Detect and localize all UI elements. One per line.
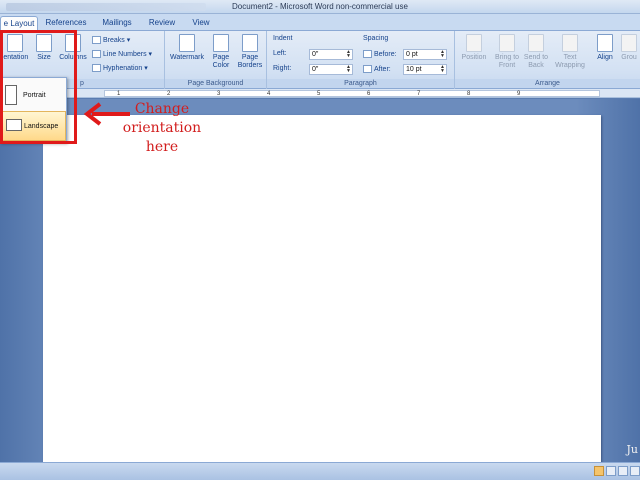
- watermark-icon: [179, 34, 195, 52]
- send-to-back-line2: Back: [528, 62, 544, 69]
- position-icon: [466, 34, 482, 52]
- breaks-label: Breaks: [103, 37, 125, 44]
- ruler-number: 7: [417, 91, 421, 97]
- indent-left-label: Left:: [273, 50, 287, 57]
- annotation-highlight-box: [0, 30, 77, 144]
- document-page[interactable]: [43, 115, 601, 465]
- indent-right-label: Right:: [273, 65, 292, 72]
- page-background-group: Watermark Page Color Page Borders Page B…: [165, 31, 267, 89]
- page-color-line2: Color: [212, 62, 230, 69]
- indent-right-field[interactable]: 0" ▲ ▼: [309, 64, 353, 75]
- status-bar: [0, 462, 640, 480]
- watermark-button[interactable]: Watermark: [167, 34, 207, 62]
- bring-to-front-line2: Front: [498, 62, 516, 69]
- page-borders-line2: Borders: [237, 62, 263, 69]
- ribbon: ientation Size Columns Breaks ▾ Line Num…: [0, 31, 640, 89]
- align-button[interactable]: Align: [593, 34, 617, 62]
- paragraph-group-label: Paragraph: [267, 79, 454, 88]
- page-borders-icon: [242, 34, 258, 52]
- group-icon: [621, 34, 637, 52]
- ruler-number: 6: [367, 91, 371, 97]
- arrange-group-label: Arrange: [455, 79, 640, 88]
- page-color-button[interactable]: Page Color: [207, 34, 235, 70]
- spacing-after-label: After:: [363, 65, 391, 73]
- page-color-icon: [213, 34, 229, 52]
- text-wrapping-button[interactable]: Text Wrapping: [551, 34, 589, 70]
- spin-arrows-icon[interactable]: ▲ ▼: [440, 50, 445, 59]
- paragraph-group: Indent Left: 0" ▲ ▼ Right: 0" ▲ ▼ Spacing Be…: [267, 31, 455, 89]
- ruler-scale[interactable]: 1 2 3 4 5 6 7 8 9: [104, 90, 600, 97]
- page-borders-button[interactable]: Page Borders: [235, 34, 265, 70]
- ruler-number: 3: [217, 91, 221, 97]
- text-wrapping-line2: Wrapping: [555, 62, 585, 69]
- tab-references[interactable]: References: [42, 16, 90, 31]
- ruler-number: 5: [317, 91, 321, 97]
- watermark-text: Ju: [626, 443, 639, 456]
- arrange-group: Position Bring to Front Send to Back Tex…: [455, 31, 640, 89]
- spin-arrows-icon[interactable]: ▲ ▼: [440, 65, 445, 74]
- line-numbers-label: Line Numbers: [103, 51, 147, 58]
- text-wrapping-line1: Text: [563, 54, 577, 61]
- spacing-after-field[interactable]: 10 pt ▲ ▼: [403, 64, 447, 75]
- spacing-after-icon: [363, 65, 372, 73]
- ruler-number: 9: [517, 91, 521, 97]
- text-wrapping-icon: [562, 34, 578, 52]
- position-button[interactable]: Position: [457, 34, 491, 62]
- spacing-title: Spacing: [363, 35, 389, 42]
- line-numbers-icon: [92, 50, 101, 59]
- tab-view[interactable]: View: [186, 16, 216, 31]
- indent-left-field[interactable]: 0" ▲ ▼: [309, 49, 353, 60]
- tab-page-layout[interactable]: e Layout: [0, 16, 38, 31]
- ruler-number: 4: [267, 91, 271, 97]
- horizontal-ruler[interactable]: 1 2 3 4 5 6 7 8 9: [0, 89, 640, 98]
- ruler-number: 2: [167, 91, 171, 97]
- align-icon: [597, 34, 613, 52]
- send-to-back-line1: Send to: [523, 54, 549, 61]
- spin-arrows-icon[interactable]: ▲ ▼: [346, 65, 351, 74]
- position-label: Position: [461, 54, 487, 61]
- hyphenation-icon: [92, 64, 101, 73]
- bring-to-front-line1: Bring to: [494, 54, 520, 61]
- hyphenation-label: Hyphenation: [103, 65, 143, 72]
- group-button[interactable]: Grou: [618, 34, 640, 62]
- spin-arrows-icon[interactable]: ▲ ▼: [346, 50, 351, 59]
- page-color-line1: Page: [212, 54, 230, 61]
- web-layout-view-icon[interactable]: [618, 466, 628, 476]
- page-background-group-label: Page Background: [165, 79, 266, 88]
- align-label: Align: [597, 54, 613, 61]
- group-label: Grou: [621, 54, 637, 61]
- page-borders-line1: Page: [241, 54, 259, 61]
- ruler-number: 1: [117, 91, 121, 97]
- bring-to-front-icon: [499, 34, 515, 52]
- outline-view-icon[interactable]: [630, 466, 640, 476]
- print-layout-view-icon[interactable]: [594, 466, 604, 476]
- spacing-before-label: Before:: [363, 50, 397, 58]
- tab-mailings[interactable]: Mailings: [96, 16, 138, 31]
- line-numbers-button[interactable]: Line Numbers ▾: [92, 50, 152, 59]
- title-bar: Document2 - Microsoft Word non-commercia…: [0, 0, 640, 14]
- annotation-text: Change orientation here: [122, 101, 202, 155]
- send-to-back-button[interactable]: Send to Back: [521, 34, 551, 70]
- ruler-number: 8: [467, 91, 471, 97]
- breaks-icon: [92, 36, 101, 45]
- spacing-before-icon: [363, 50, 372, 58]
- bring-to-front-button[interactable]: Bring to Front: [491, 34, 523, 70]
- ribbon-tabs: e Layout References Mailings Review View: [0, 14, 640, 31]
- full-screen-view-icon[interactable]: [606, 466, 616, 476]
- send-to-back-icon: [528, 34, 544, 52]
- watermark-label: Watermark: [170, 54, 204, 61]
- window-title: Document2 - Microsoft Word non-commercia…: [232, 2, 408, 11]
- spacing-before-field[interactable]: 0 pt ▲ ▼: [403, 49, 447, 60]
- tab-review[interactable]: Review: [144, 16, 180, 31]
- hyphenation-button[interactable]: Hyphenation ▾: [92, 64, 148, 73]
- breaks-button[interactable]: Breaks ▾: [92, 36, 130, 45]
- indent-title: Indent: [273, 35, 293, 42]
